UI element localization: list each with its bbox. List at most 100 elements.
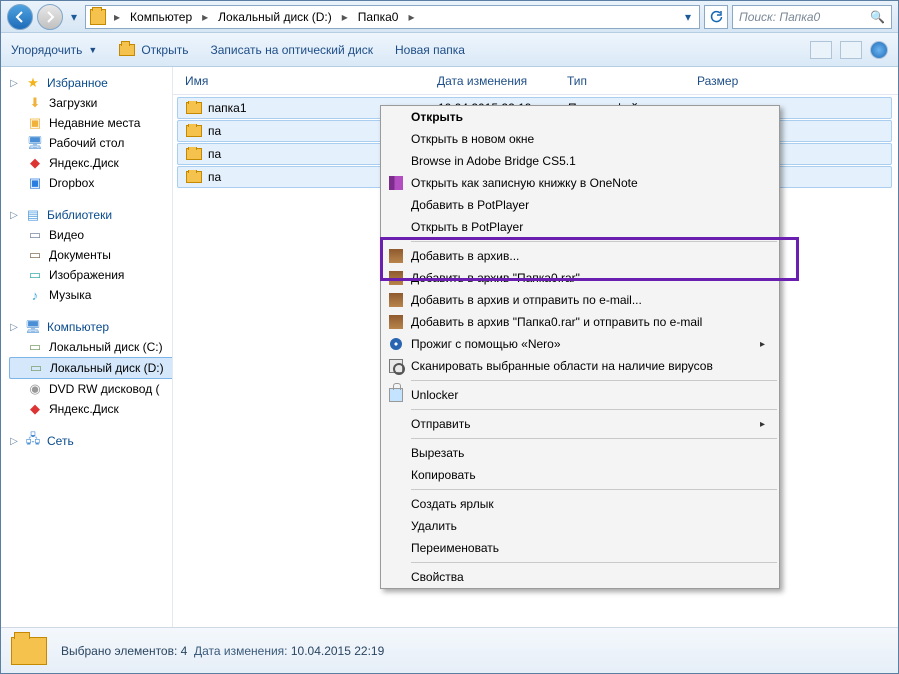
separator [411,380,777,381]
sidebar-yandex-drive[interactable]: ◆Яндекс.Диск [9,399,172,419]
video-icon: ▭ [27,227,43,243]
scan-icon [389,359,403,373]
forward-button[interactable] [37,4,63,30]
desktop-icon: 🖥 [27,135,43,151]
col-date[interactable]: Дата изменения [429,74,559,88]
onenote-icon [389,176,403,190]
computer-group[interactable]: ▷🖥Компьютер [9,317,172,337]
preview-pane-button[interactable] [840,41,862,59]
sidebar-downloads[interactable]: ⬇Загрузки [9,93,172,113]
sidebar-documents[interactable]: ▭Документы [9,245,172,265]
separator [411,562,777,563]
sidebar-disk-c[interactable]: ▭Локальный диск (C:) [9,337,172,357]
sidebar-desktop[interactable]: 🖥Рабочий стол [9,133,172,153]
sidebar-pictures[interactable]: ▭Изображения [9,265,172,285]
ctx-open[interactable]: Открыть [381,106,779,128]
sidebar-video[interactable]: ▭Видео [9,225,172,245]
ctx-add-to-named-archive[interactable]: Добавить в архив "Папка0.rar" [381,267,779,289]
date-modified-label: Дата изменения: [194,644,288,658]
search-input[interactable]: Поиск: Папка0 🔍 [732,5,892,29]
sidebar-recent[interactable]: ▣Недавние места [9,113,172,133]
ctx-potplayer-open[interactable]: Открыть в PotPlayer [381,216,779,238]
ctx-copy[interactable]: Копировать [381,464,779,486]
dropbox-icon: ▣ [27,175,43,191]
col-name[interactable]: Имя [177,74,429,88]
network-group[interactable]: ▷🖧Сеть [9,431,172,451]
new-folder-button[interactable]: Новая папка [395,43,465,57]
crumb-disk[interactable]: Локальный диск (D:) [216,10,334,24]
ctx-add-to-archive[interactable]: Добавить в архив... [381,245,779,267]
disk-icon: ▭ [28,360,44,376]
sidebar-disk-d[interactable]: ▭Локальный диск (D:) [9,357,172,379]
ctx-unlocker[interactable]: Unlocker [381,384,779,406]
separator [411,438,777,439]
separator [411,489,777,490]
downloads-icon: ⬇ [27,95,43,111]
ctx-scan-virus[interactable]: Сканировать выбранные области на наличие… [381,355,779,377]
breadcrumb[interactable]: ▸ Компьютер ▸ Локальный диск (D:) ▸ Папк… [85,5,700,29]
documents-icon: ▭ [27,247,43,263]
address-dropdown[interactable]: ▾ [681,10,695,24]
ctx-archive-named-email[interactable]: Добавить в архив "Папка0.rar" и отправит… [381,311,779,333]
ctx-open-new-window[interactable]: Открыть в новом окне [381,128,779,150]
refresh-button[interactable] [704,5,728,29]
submenu-arrow-icon: ▸ [760,339,765,350]
col-size[interactable]: Размер [689,74,779,88]
music-icon: ♪ [27,287,43,303]
back-button[interactable] [7,4,33,30]
burn-button[interactable]: Записать на оптический диск [210,43,373,57]
yandex-icon: ◆ [27,155,43,171]
rar-icon [389,271,403,285]
ctx-create-shortcut[interactable]: Создать ярлык [381,493,779,515]
sidebar-yandex[interactable]: ◆Яндекс.Диск [9,153,172,173]
open-folder-icon [119,44,135,56]
ctx-rename[interactable]: Переименовать [381,537,779,559]
dvd-icon: ◉ [27,381,43,397]
address-bar: ▾ ▸ Компьютер ▸ Локальный диск (D:) ▸ Па… [1,1,898,33]
date-modified-value: 10.04.2015 22:19 [291,644,384,658]
disk-icon: ▭ [27,339,43,355]
recent-icon: ▣ [27,115,43,131]
ctx-cut[interactable]: Вырезать [381,442,779,464]
submenu-arrow-icon: ▸ [760,419,765,430]
ctx-onenote[interactable]: Открыть как записную книжку в OneNote [381,172,779,194]
selection-count: Выбрано элементов: 4 [61,644,187,658]
libraries-group[interactable]: ▷▤Библиотеки [9,205,172,225]
pictures-icon: ▭ [27,267,43,283]
network-icon: 🖧 [25,433,41,449]
organize-menu[interactable]: Упорядочить▼ [11,43,97,57]
folder-icon [186,125,202,137]
nero-icon [390,338,402,350]
search-icon: 🔍 [870,10,885,24]
ctx-send-to[interactable]: Отправить▸ [381,413,779,435]
col-type[interactable]: Тип [559,74,689,88]
rar-icon [389,249,403,263]
sidebar-dvd[interactable]: ◉DVD RW дисковод ( [9,379,172,399]
open-button[interactable]: Открыть [119,43,188,57]
ctx-adobe-bridge[interactable]: Browse in Adobe Bridge CS5.1 [381,150,779,172]
ctx-potplayer-add[interactable]: Добавить в PotPlayer [381,194,779,216]
navigation-pane: ▷★Избранное ⬇Загрузки ▣Недавние места 🖥Р… [1,67,173,627]
column-headers[interactable]: Имя Дата изменения Тип Размер [173,67,898,95]
folder-icon [186,148,202,160]
computer-icon: 🖥 [25,319,41,335]
star-icon: ★ [25,75,41,91]
crumb-folder[interactable]: Папка0 [356,10,401,24]
crumb-computer[interactable]: Компьютер [128,10,194,24]
ctx-properties[interactable]: Свойства [381,566,779,588]
ctx-delete[interactable]: Удалить [381,515,779,537]
toolbar: Упорядочить▼ Открыть Записать на оптичес… [1,33,898,67]
ctx-archive-email[interactable]: Добавить в архив и отправить по e-mail..… [381,289,779,311]
history-dropdown[interactable]: ▾ [67,4,81,30]
ctx-nero[interactable]: Прожиг с помощью «Nero»▸ [381,333,779,355]
yandex-icon: ◆ [27,401,43,417]
rar-icon [389,315,403,329]
libraries-icon: ▤ [25,207,41,223]
sidebar-dropbox[interactable]: ▣Dropbox [9,173,172,193]
rar-icon [389,293,403,307]
favorites-group[interactable]: ▷★Избранное [9,73,172,93]
separator [411,409,777,410]
view-options-button[interactable] [810,41,832,59]
help-button[interactable] [870,41,888,59]
sidebar-music[interactable]: ♪Музыка [9,285,172,305]
